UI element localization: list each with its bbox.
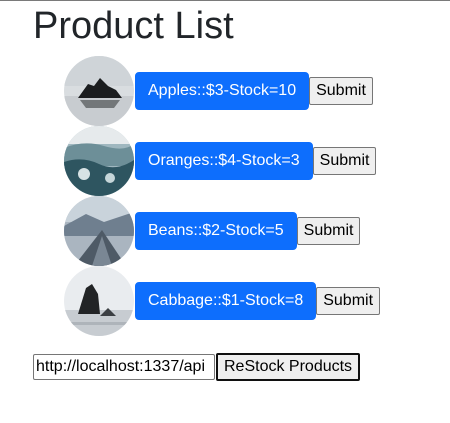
product-button[interactable]: Beans::$2-Stock=5 — [135, 212, 297, 250]
product-button[interactable]: Cabbage::$1-Stock=8 — [135, 282, 317, 320]
product-photo-icon — [64, 56, 134, 126]
list-item: Apples::$3-Stock=10 Submit — [64, 56, 380, 126]
product-button[interactable]: Oranges::$4-Stock=3 — [135, 142, 313, 180]
page-title: Product List — [33, 5, 234, 47]
product-photo-icon — [64, 196, 134, 266]
product-photo-icon — [64, 126, 134, 196]
list-item: Beans::$2-Stock=5 Submit — [64, 196, 380, 266]
submit-button[interactable]: Submit — [316, 287, 381, 315]
product-photo-icon — [64, 266, 134, 336]
list-item: Cabbage::$1-Stock=8 Submit — [64, 266, 381, 336]
top-border — [0, 0, 450, 1]
restock-button[interactable]: ReStock Products — [216, 353, 361, 381]
submit-button[interactable]: Submit — [312, 147, 377, 175]
list-item: Oranges::$4-Stock=3 Submit — [64, 126, 380, 196]
submit-button[interactable]: Submit — [309, 77, 373, 105]
product-button[interactable]: Apples::$3-Stock=10 — [135, 72, 310, 110]
product-list: Apples::$3-Stock=10 Submit Oranges::$4-S… — [64, 56, 381, 336]
submit-button[interactable]: Submit — [296, 217, 361, 245]
api-url-input[interactable] — [33, 354, 215, 380]
restock-form: ReStock Products — [33, 353, 361, 381]
